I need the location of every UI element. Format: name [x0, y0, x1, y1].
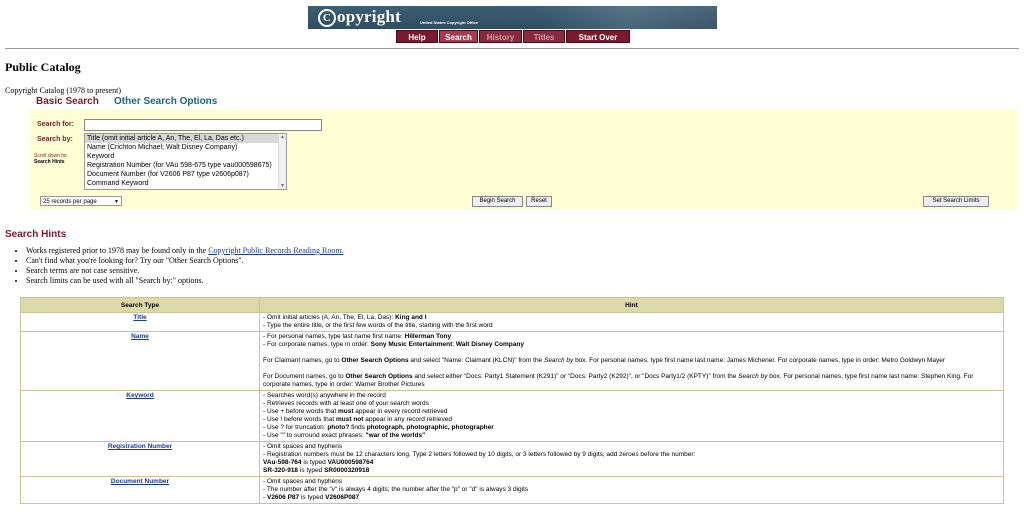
hint-line: For Document names, go to Other Search O…	[263, 373, 974, 388]
hint-cell: - For personal names, type last name fir…	[259, 331, 1004, 391]
col-search-type: Search Type	[20, 297, 260, 313]
tab-basic-search[interactable]: Basic Search	[36, 96, 99, 107]
catalog-label: Copyright Catalog (1978 to present)	[5, 86, 121, 95]
search-by-option-command-keyword[interactable]: Command Keyword	[85, 179, 286, 188]
nav-start-over[interactable]: Start Over	[566, 30, 630, 43]
table-row: Title - Omit initial articles (A, An, The…	[20, 312, 1004, 332]
hint-line: - Registration numbers must be 12 charac…	[263, 451, 696, 458]
reading-room-link[interactable]: Copyright Public Records Reading Room.	[208, 246, 343, 255]
hint-line: - Omit initial articles (A, An, The, El,…	[263, 314, 427, 321]
search-hints-heading: Search Hints	[5, 229, 67, 240]
nav-history[interactable]: History	[479, 30, 522, 43]
search-by-option-name[interactable]: Name (Crichton Michael; Walt Disney Comp…	[85, 143, 286, 152]
search-hints-table: Search Type Hint Title - Omit initial art…	[20, 297, 1004, 504]
hint-line: - Use ? for truncation: photo? finds pho…	[263, 424, 494, 431]
hint-line: For Claimant names, go to Other Search O…	[263, 357, 946, 364]
hint-item: Can't find what you're looking for? Try …	[26, 256, 344, 266]
hint-line	[263, 365, 1000, 373]
hint-line: - Use "" to surround exact phrases: "war…	[263, 432, 426, 439]
search-type-link[interactable]: Keyword	[126, 392, 153, 399]
hint-line: VAu-598-764 is typed VAU000598764	[263, 459, 374, 466]
search-for-label: Search for:	[37, 121, 74, 128]
search-type-link[interactable]: Document Number	[111, 478, 169, 485]
nav-search[interactable]: Search	[439, 30, 478, 43]
search-by-option-keyword[interactable]: Keyword	[85, 152, 286, 161]
top-nav: Help Search History Titles Start Over	[396, 30, 630, 43]
set-search-limits-button[interactable]: Set Search Limits	[923, 196, 989, 207]
hint-item: Search limits can be used with all "Sear…	[26, 276, 344, 286]
table-header-row: Search Type Hint	[20, 297, 1004, 313]
hint-line: - Use ! before words that must not appea…	[263, 416, 452, 423]
search-by-option-registration[interactable]: Registration Number (for VAu 598-675 typ…	[85, 161, 286, 170]
search-form: Search for: Search by: Scroll down for Se…	[30, 109, 1018, 194]
listbox-scrollbar[interactable]: ▲ ▼	[278, 134, 286, 189]
hint-cell: - Omit spaces and hyphens - Registration …	[259, 441, 1004, 477]
table-row: Registration Number - Omit spaces and hyp…	[20, 441, 1004, 477]
hint-line: SR-320-918 is typed SR0000320918	[263, 467, 370, 474]
table-body: Title - Omit initial articles (A, An, The…	[20, 312, 1004, 504]
search-type-link[interactable]: Title	[133, 314, 146, 321]
banner-artwork	[537, 6, 717, 29]
search-input[interactable]	[84, 119, 322, 131]
begin-search-button[interactable]: Begin Search	[472, 196, 523, 207]
reset-button[interactable]: Reset	[526, 196, 552, 207]
search-type-cell: Registration Number	[20, 441, 260, 477]
logo-text: opyright	[337, 7, 401, 26]
nav-help[interactable]: Help	[396, 30, 438, 43]
search-type-cell: Document Number	[20, 476, 260, 504]
scroll-hint: Scroll down for Search Hints	[34, 153, 67, 165]
hint-line: - Retrieves records with at least one of…	[263, 400, 429, 407]
records-per-page-select[interactable]: 25 records per page ▼	[40, 196, 122, 206]
hint-cell: - Searches word(s) anywhere in the recor…	[259, 390, 1004, 442]
tab-other-search-options[interactable]: Other Search Options	[114, 96, 217, 107]
search-by-option-document[interactable]: Document Number (for V2606 P87 type v260…	[85, 170, 286, 179]
hint-item: Works registered prior to 1978 may be fo…	[26, 246, 344, 256]
hint-line	[263, 349, 1000, 357]
hint-line: - Use + before words that must appear in…	[263, 408, 448, 415]
search-by-listbox[interactable]: Title (omit initial article A, An, The, …	[84, 133, 287, 190]
copyright-logo: Copyright	[318, 7, 401, 27]
scroll-hint-link[interactable]: Search Hints	[34, 159, 65, 165]
header-divider	[5, 48, 1019, 49]
hint-line: - Omit spaces and hyphens	[263, 478, 343, 485]
hint-item: Search terms are not case sensitive.	[26, 266, 344, 276]
col-hint: Hint	[259, 297, 1004, 313]
table-row: Document Number - Omit spaces and hyphens…	[20, 476, 1004, 504]
search-controls: 25 records per page ▼ Begin Search Reset …	[30, 194, 1018, 209]
search-by-label: Search by:	[37, 136, 73, 143]
hint-line: - For corporate names, type in order: So…	[263, 341, 524, 348]
hint-line: - Omit spaces and hyphens	[263, 443, 343, 450]
chevron-down-icon: ▼	[114, 199, 119, 205]
copyright-banner: Copyright United States Copyright Office	[308, 6, 717, 29]
search-type-cell: Title	[20, 312, 260, 332]
search-type-cell: Keyword	[20, 390, 260, 442]
hint-line: - Searches word(s) anywhere in the recor…	[263, 392, 386, 399]
hint-cell: - Omit spaces and hyphens - The number af…	[259, 476, 1004, 504]
page-title: Public Catalog	[5, 60, 81, 74]
hint-line: - Type the entire title, or the first fe…	[263, 322, 493, 329]
scroll-down-icon[interactable]: ▼	[280, 183, 285, 189]
search-by-option-title[interactable]: Title (omit initial article A, An, The, …	[85, 134, 286, 143]
hint-line: - V2606 P87 is typed V2606P087	[263, 494, 360, 501]
hint-cell: - Omit initial articles (A, An, The, El,…	[259, 312, 1004, 332]
hint-line: - The number after the "v" is always 4 d…	[263, 486, 529, 493]
search-type-cell: Name	[20, 331, 260, 391]
nav-titles[interactable]: Titles	[523, 30, 565, 43]
search-type-link[interactable]: Name	[131, 333, 149, 340]
records-per-page-value: 25 records per page	[43, 199, 97, 205]
copyright-symbol-icon: C	[318, 9, 336, 27]
hint-text: Works registered prior to 1978 may be fo…	[26, 246, 209, 255]
table-row: Name - For personal names, type last name…	[20, 331, 1004, 391]
scroll-up-icon[interactable]: ▲	[280, 134, 285, 140]
search-hints-list: Works registered prior to 1978 may be fo…	[14, 246, 344, 286]
banner-subtitle: United States Copyright Office	[420, 20, 479, 25]
table-row: Keyword - Searches word(s) anywhere in th…	[20, 390, 1004, 442]
hint-line: - For personal names, type last name fir…	[263, 333, 452, 340]
search-type-link[interactable]: Registration Number	[108, 443, 172, 450]
